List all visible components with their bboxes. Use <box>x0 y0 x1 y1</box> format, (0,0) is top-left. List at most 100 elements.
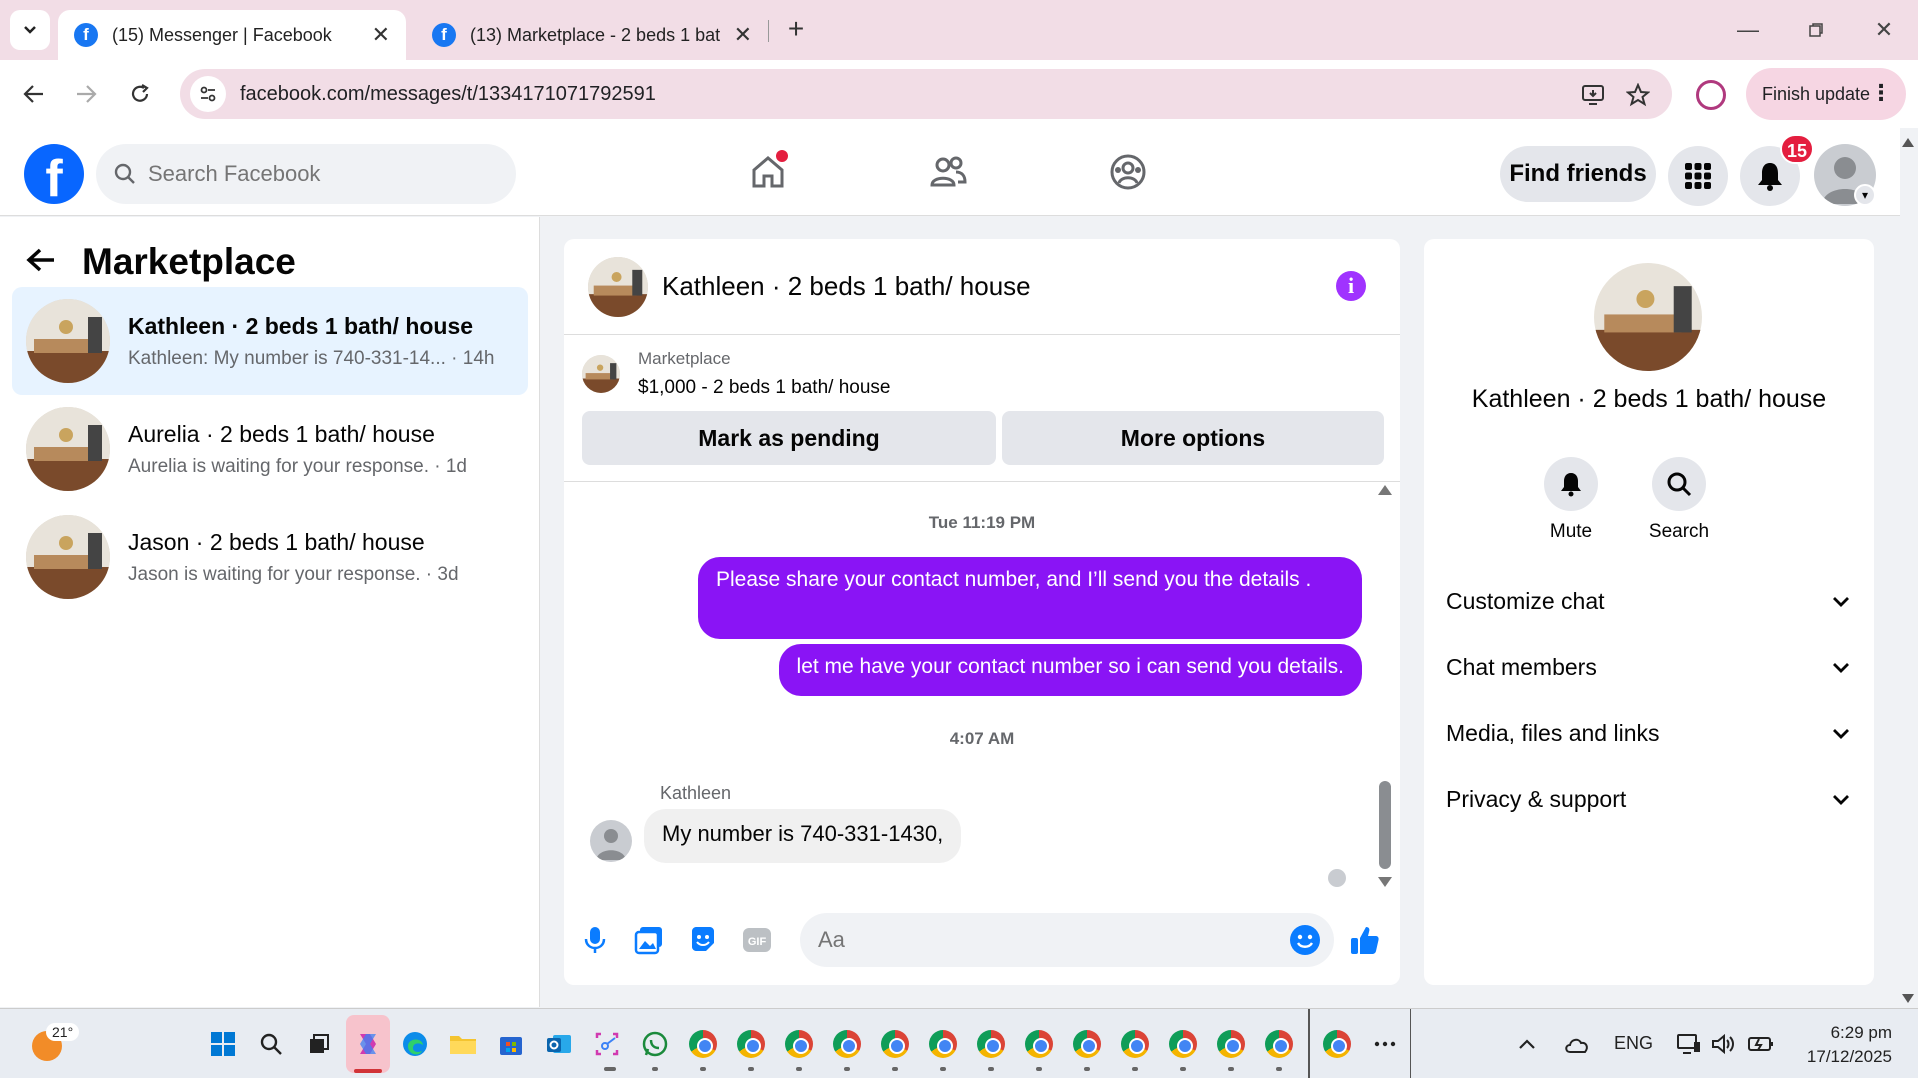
sticker-icon[interactable] <box>686 923 720 957</box>
facebook-header: f Find friends 15 ▾ <box>0 128 1900 216</box>
chrome-icon <box>1025 1030 1053 1058</box>
emoji-icon[interactable] <box>1290 925 1320 955</box>
chrome-window-icon[interactable] <box>1216 1029 1246 1059</box>
new-tab-button[interactable]: + <box>780 14 812 46</box>
edge-icon[interactable] <box>400 1029 430 1059</box>
sender-avatar[interactable] <box>590 820 632 862</box>
find-friends-button[interactable]: Find friends <box>1500 146 1656 202</box>
volume-icon[interactable] <box>1708 1029 1738 1059</box>
chrome-window-icon[interactable] <box>928 1029 958 1059</box>
listing-summary[interactable]: Marketplace $1,000 - 2 beds 1 bath/ hous… <box>582 349 890 399</box>
page-scroll-down-arrow[interactable] <box>1902 994 1914 1003</box>
section-privacy-support[interactable]: Privacy & support <box>1446 773 1852 825</box>
chrome-window-icon[interactable] <box>1322 1029 1352 1059</box>
outlook-icon[interactable] <box>544 1029 574 1059</box>
tab-messenger[interactable]: f (15) Messenger | Facebook ✕ <box>58 10 406 60</box>
finish-update-button[interactable]: Finish update ⋮ <box>1746 68 1906 120</box>
reload-button[interactable] <box>120 74 160 114</box>
chat-scrollbar-thumb[interactable] <box>1379 781 1391 869</box>
message-composer[interactable] <box>800 913 1334 967</box>
chrome-window-icon[interactable] <box>1264 1029 1294 1059</box>
chrome-window-icon[interactable] <box>1168 1029 1198 1059</box>
info-icon[interactable]: i <box>1336 271 1366 301</box>
chrome-window-icon[interactable] <box>1024 1029 1054 1059</box>
store-icon[interactable] <box>496 1029 526 1059</box>
microphone-icon[interactable] <box>578 923 612 957</box>
message-input[interactable] <box>818 927 1258 953</box>
outgoing-message[interactable]: let me have your contact number so i can… <box>778 644 1362 696</box>
chrome-window-icon[interactable] <box>736 1029 766 1059</box>
facebook-search-box[interactable] <box>96 144 516 204</box>
menu-button[interactable] <box>1668 146 1728 206</box>
chrome-window-icon[interactable] <box>880 1029 910 1059</box>
battery-icon[interactable] <box>1746 1029 1776 1059</box>
mark-as-pending-button[interactable]: Mark as pending <box>582 411 996 465</box>
network-icon[interactable] <box>1674 1029 1704 1059</box>
details-listing-image[interactable] <box>1594 263 1702 371</box>
conversation-row-jason[interactable]: Jason · 2 beds 1 bath/ house Jason is wa… <box>12 503 528 611</box>
mute-action[interactable]: Mute <box>1526 457 1616 543</box>
chrome-window-icon[interactable] <box>784 1029 814 1059</box>
chrome-window-icon[interactable] <box>832 1029 862 1059</box>
conversation-row-kathleen[interactable]: Kathleen · 2 beds 1 bath/ house Kathleen… <box>12 287 528 395</box>
section-customize-chat[interactable]: Customize chat <box>1446 575 1852 627</box>
thumbs-up-icon[interactable] <box>1348 923 1382 957</box>
whatsapp-icon[interactable] <box>640 1029 670 1059</box>
close-tab-icon[interactable]: ✕ <box>372 22 390 48</box>
chrome-window-icon[interactable] <box>1072 1029 1102 1059</box>
close-tab-icon[interactable]: ✕ <box>734 22 752 48</box>
task-view-icon[interactable] <box>304 1029 334 1059</box>
facebook-search-input[interactable] <box>148 161 468 187</box>
show-hidden-icons[interactable] <box>1512 1029 1542 1059</box>
chat-scroll-up-arrow[interactable] <box>1378 485 1392 495</box>
nav-groups[interactable] <box>1096 142 1160 202</box>
copilot-icon[interactable] <box>353 1029 383 1059</box>
address-bar[interactable]: facebook.com/messages/t/1334171071792591 <box>180 69 1672 119</box>
chat-listing-thumbnail[interactable] <box>588 256 648 317</box>
back-button[interactable] <box>14 74 54 114</box>
search-action[interactable]: Search <box>1634 457 1724 543</box>
gif-icon[interactable]: GIF <box>740 923 774 957</box>
minimize-button[interactable]: — <box>1720 12 1776 48</box>
nav-friends[interactable] <box>916 142 980 202</box>
chat-title[interactable]: Kathleen · 2 beds 1 bath/ house <box>662 271 1031 302</box>
more-options-button[interactable]: More options <box>1002 411 1384 465</box>
language-indicator[interactable]: ENG <box>1614 1033 1653 1054</box>
install-app-icon[interactable] <box>1580 81 1608 109</box>
restore-button[interactable] <box>1788 12 1844 48</box>
chrome-window-icon[interactable] <box>688 1029 718 1059</box>
tab-search-button[interactable] <box>10 10 50 50</box>
onedrive-icon[interactable] <box>1562 1029 1592 1059</box>
facebook-logo[interactable]: f <box>24 144 84 204</box>
outgoing-message[interactable]: Please share your contact number, and I’… <box>698 557 1362 639</box>
section-media-files-links[interactable]: Media, files and links <box>1446 707 1852 759</box>
page-scroll-up-arrow[interactable] <box>1902 138 1914 147</box>
taskbar-search-icon[interactable] <box>256 1029 286 1059</box>
chrome-icon <box>1169 1030 1197 1058</box>
more-apps-icon[interactable] <box>1370 1029 1400 1059</box>
chrome-window-icon[interactable] <box>1120 1029 1150 1059</box>
start-button[interactable] <box>208 1029 238 1059</box>
chat-scroll-down-arrow[interactable] <box>1378 877 1392 887</box>
search-icon[interactable] <box>1652 457 1706 511</box>
nav-home[interactable] <box>736 142 800 202</box>
chrome-profile-icon[interactable] <box>1696 80 1726 110</box>
incoming-message[interactable]: My number is 740-331-1430, <box>644 809 962 863</box>
conversation-name: Jason · 2 beds 1 bath/ house <box>128 528 425 555</box>
photo-icon[interactable] <box>632 923 666 957</box>
mute-bell-icon[interactable] <box>1544 457 1598 511</box>
bookmark-star-icon[interactable] <box>1624 81 1652 109</box>
section-chat-members[interactable]: Chat members <box>1446 641 1852 693</box>
close-window-button[interactable]: ✕ <box>1856 12 1912 48</box>
back-arrow-icon[interactable] <box>26 243 56 282</box>
site-info-icon[interactable] <box>190 76 226 112</box>
forward-button[interactable] <box>66 74 106 114</box>
system-clock[interactable]: 6:29 pm 17/12/2025 <box>1792 1021 1892 1069</box>
chrome-window-icon[interactable] <box>976 1029 1006 1059</box>
conversation-row-aurelia[interactable]: Aurelia · 2 beds 1 bath/ house Aurelia i… <box>12 395 528 503</box>
account-caret-icon[interactable]: ▾ <box>1854 184 1876 206</box>
file-explorer-icon[interactable] <box>448 1029 478 1059</box>
snipping-tool-icon[interactable] <box>592 1029 622 1059</box>
windows-taskbar: 21° ENG 6:29 pm 17/12/2025 <box>0 1008 1918 1078</box>
tab-marketplace[interactable]: f (13) Marketplace - 2 beds 1 bat ✕ <box>416 10 768 60</box>
